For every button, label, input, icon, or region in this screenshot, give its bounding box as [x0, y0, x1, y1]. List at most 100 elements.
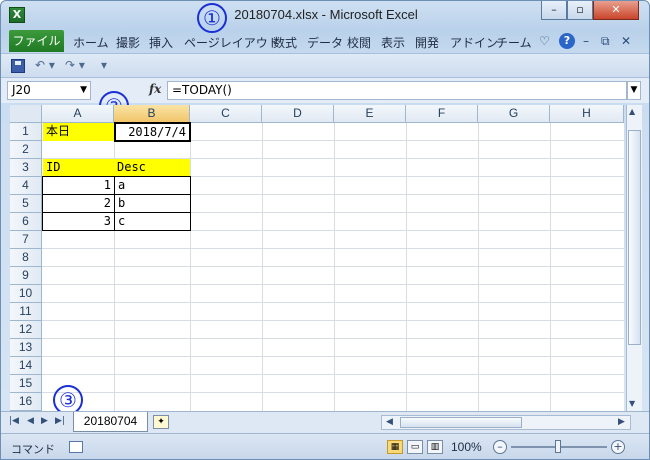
cell-b3[interactable]: Desc [114, 159, 190, 177]
tab-data[interactable]: データ [307, 34, 343, 51]
first-sheet-icon[interactable]: |◀ [9, 416, 19, 426]
expand-formula-icon[interactable]: ▼ [627, 81, 641, 100]
cell-b1[interactable]: 2018/7/4 [114, 122, 191, 142]
name-box-value: J20 [12, 83, 31, 97]
row-header-14[interactable]: 14 [10, 357, 42, 375]
gridline [42, 356, 624, 357]
column-header-h[interactable]: H [550, 105, 624, 123]
cell-b4[interactable]: a [114, 176, 191, 195]
ribbon-restore-icon[interactable]: ⧉ [601, 34, 610, 49]
tab-view[interactable]: 表示 [381, 34, 405, 51]
row-header-2[interactable]: 2 [10, 141, 42, 159]
column-header-c[interactable]: C [190, 105, 262, 123]
status-mode: コマンド [11, 443, 55, 456]
next-sheet-icon[interactable]: ▶ [41, 416, 48, 426]
ribbon-tab-row: ファイル ホーム 撮影 挿入 ページレイアウト 数式 データ 校閲 表示 開発 … [1, 29, 649, 53]
row-header-4[interactable]: 4 [10, 177, 42, 195]
cell-a3[interactable]: ID [43, 159, 114, 177]
gridline [42, 302, 624, 303]
macro-record-icon[interactable] [69, 441, 83, 453]
vertical-scrollbar[interactable]: ▲ ▼ [626, 105, 642, 411]
tab-home[interactable]: ホーム [73, 34, 109, 51]
formula-bar: J20 ▼ fx =TODAY() ▼ [1, 77, 649, 103]
close-button[interactable]: ✕ [593, 1, 639, 20]
vertical-scroll-thumb[interactable] [628, 130, 641, 345]
row-header-9[interactable]: 9 [10, 267, 42, 285]
gridline [42, 338, 624, 339]
page-layout-view-icon[interactable]: ▭ [407, 440, 423, 454]
page-break-view-icon[interactable]: ▥ [427, 440, 443, 454]
scroll-right-icon[interactable]: ▶ [618, 417, 625, 427]
cell-b5[interactable]: b [114, 194, 191, 213]
ribbon-minimize-icon[interactable]: – [583, 34, 589, 48]
worksheet-grid[interactable]: A B C D E F G H 1 2 3 4 5 6 7 8 9 10 11 … [10, 105, 624, 411]
cell-a1[interactable]: 本日 [43, 123, 114, 141]
column-header-a[interactable]: A [42, 105, 114, 123]
insert-function-icon[interactable]: fx [149, 82, 161, 96]
formula-input[interactable]: =TODAY() [167, 81, 627, 100]
normal-view-icon[interactable]: ▦ [387, 440, 403, 454]
zoom-slider-thumb[interactable] [555, 440, 561, 453]
ribbon-close-icon[interactable]: ✕ [621, 34, 631, 48]
save-icon[interactable] [11, 59, 25, 73]
row-header-15[interactable]: 15 [10, 375, 42, 393]
row-header-3[interactable]: 3 [10, 159, 42, 177]
excel-window: X 20180704.xlsx - Microsoft Excel ① – ▫ … [0, 0, 650, 460]
tab-review[interactable]: 校閲 [347, 34, 371, 51]
column-header-g[interactable]: G [478, 105, 550, 123]
tab-addins[interactable]: アドイン [450, 34, 498, 51]
column-header-e[interactable]: E [334, 105, 406, 123]
zoom-level[interactable]: 100% [451, 440, 482, 454]
row-header-10[interactable]: 10 [10, 285, 42, 303]
prev-sheet-icon[interactable]: ◀ [27, 416, 34, 426]
help-icon[interactable]: ? [559, 33, 575, 49]
cell-a4[interactable]: 1 [42, 176, 115, 195]
redo-icon[interactable]: ↷ ▾ [65, 58, 85, 72]
quick-access-toolbar: ↶ ▾ ↷ ▾ ▾ [1, 53, 649, 77]
name-box[interactable]: J20 ▼ [7, 81, 91, 100]
chevron-down-icon[interactable]: ▼ [80, 82, 87, 99]
gridline [42, 374, 624, 375]
tab-insert[interactable]: 挿入 [149, 34, 173, 51]
tab-formulas[interactable]: 数式 [273, 34, 297, 51]
customize-icon[interactable]: ▾ [101, 58, 107, 72]
select-all-corner[interactable] [10, 105, 42, 123]
tab-capture[interactable]: 撮影 [116, 34, 140, 51]
horizontal-scrollbar[interactable]: ◀ ▶ [381, 415, 631, 430]
cell-a5[interactable]: 2 [42, 194, 115, 213]
tab-page-layout[interactable]: ページレイアウト [184, 34, 280, 51]
row-header-13[interactable]: 13 [10, 339, 42, 357]
column-header-d[interactable]: D [262, 105, 334, 123]
row-header-1[interactable]: 1 [10, 123, 42, 141]
row-header-6[interactable]: 6 [10, 213, 42, 231]
undo-icon[interactable]: ↶ ▾ [35, 58, 55, 72]
last-sheet-icon[interactable]: ▶| [55, 416, 65, 426]
gridline [478, 123, 479, 411]
scroll-down-icon[interactable]: ▼ [629, 399, 635, 408]
row-header-7[interactable]: 7 [10, 231, 42, 249]
cell-b6[interactable]: c [114, 212, 191, 231]
tab-developer[interactable]: 開発 [415, 34, 439, 51]
row-header-11[interactable]: 11 [10, 303, 42, 321]
row-header-12[interactable]: 12 [10, 321, 42, 339]
maximize-button[interactable]: ▫ [567, 1, 593, 20]
cell-a6[interactable]: 3 [42, 212, 115, 231]
ribbon-collapse-icon[interactable]: ♡ [539, 34, 550, 48]
sheet-tab-20180704[interactable]: 20180704 [73, 412, 148, 432]
column-header-f[interactable]: F [406, 105, 478, 123]
row-header-5[interactable]: 5 [10, 195, 42, 213]
scroll-left-icon[interactable]: ◀ [386, 417, 393, 427]
zoom-in-icon[interactable]: + [611, 440, 625, 454]
tab-team[interactable]: チーム [496, 34, 532, 51]
gridline [42, 392, 624, 393]
zoom-out-icon[interactable]: – [493, 440, 507, 454]
tab-file[interactable]: ファイル [9, 30, 64, 52]
horizontal-scroll-thumb[interactable] [400, 417, 522, 428]
minimize-button[interactable]: – [541, 1, 567, 20]
column-header-b[interactable]: B [114, 105, 190, 123]
insert-sheet-icon[interactable]: ✦ [153, 415, 169, 429]
gridline [42, 248, 624, 249]
row-header-16[interactable]: 16 [10, 393, 42, 411]
scroll-up-icon[interactable]: ▲ [629, 107, 635, 116]
row-header-8[interactable]: 8 [10, 249, 42, 267]
